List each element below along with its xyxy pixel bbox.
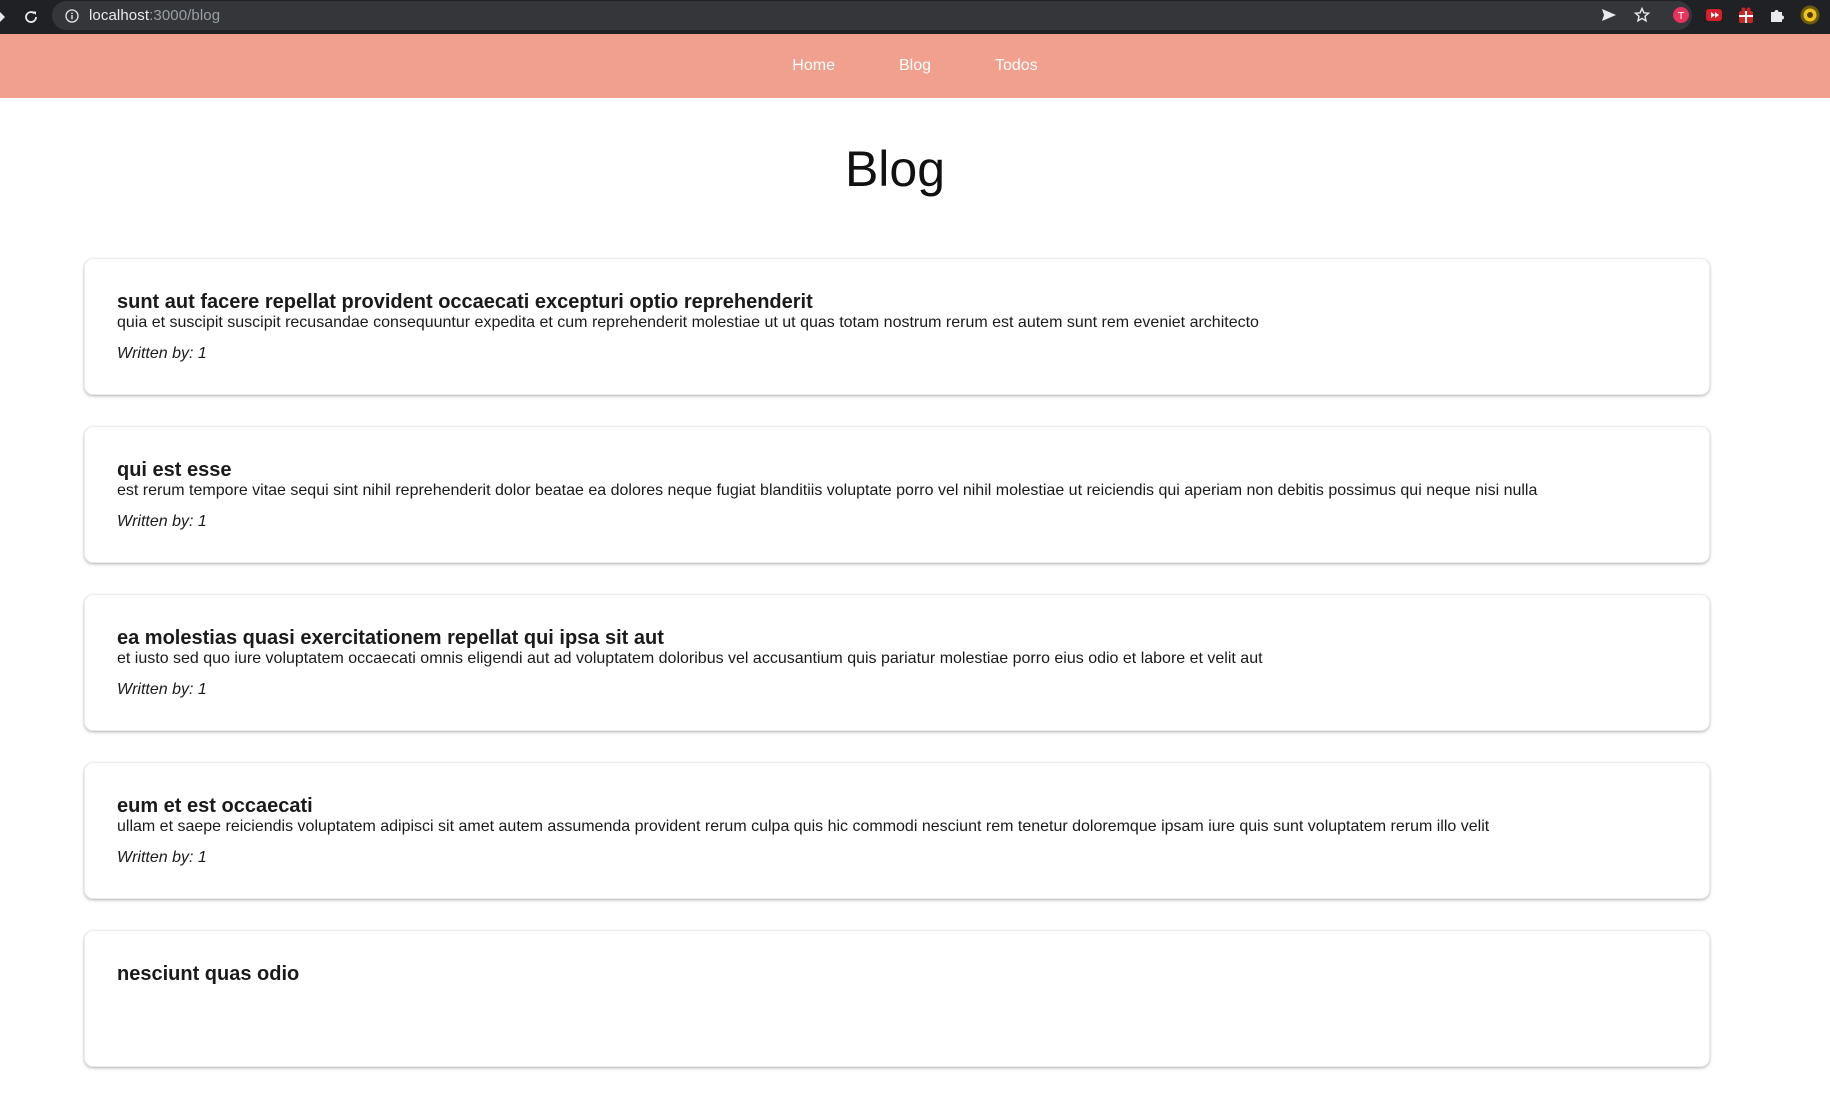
post-author: Written by: 1 (117, 513, 207, 530)
post-title: nesciunt quas odio (117, 963, 300, 985)
nav-link-home[interactable]: Home (792, 57, 835, 75)
url-path: :3000/blog (149, 7, 221, 24)
send-icon[interactable] (1598, 4, 1620, 26)
post-author: Written by: 1 (117, 345, 207, 362)
back-icon[interactable] (0, 0, 8, 34)
post-body: quia et suscipit suscipit recusandae con… (117, 314, 1259, 331)
extension-red-icon[interactable] (1703, 4, 1725, 26)
post-body: et iusto sed quo iure voluptatem occaeca… (117, 650, 1263, 667)
post-title: ea molestias quasi exercitationem repell… (117, 627, 664, 649)
nav-link-blog[interactable]: Blog (899, 57, 931, 75)
url-text[interactable]: localhost:3000/blog (89, 7, 220, 24)
nav-links: Home Blog Todos (792, 57, 1037, 75)
post-author: Written by: 1 (117, 681, 207, 698)
post-title: qui est esse (117, 459, 232, 481)
post-card: nesciunt quas odio (84, 930, 1710, 1067)
site-navbar: Home Blog Todos (0, 34, 1830, 98)
extensions-puzzle-icon[interactable] (1766, 4, 1788, 26)
info-icon[interactable] (64, 8, 80, 24)
profile-avatar-icon[interactable] (1799, 4, 1821, 26)
post-body: ullam et saepe reiciendis voluptatem adi… (117, 818, 1490, 835)
post-card: qui est esse est rerum tempore vitae seq… (84, 426, 1710, 563)
extension-gift-icon[interactable] (1735, 4, 1757, 26)
bookmark-star-icon[interactable] (1631, 4, 1653, 26)
browser-toolbar: localhost:3000/blog T (0, 0, 1830, 34)
post-author: Written by: 1 (117, 849, 207, 866)
post-list: sunt aut facere repellat provident occae… (84, 258, 1710, 1098)
page-title: Blog (844, 141, 946, 197)
address-bar[interactable]: localhost:3000/blog (52, 1, 1692, 30)
extension-pink-icon[interactable]: T (1670, 4, 1692, 26)
post-card: eum et est occaecati ullam et saepe reic… (84, 762, 1710, 899)
reload-icon[interactable] (16, 2, 46, 32)
nav-link-todos[interactable]: Todos (995, 57, 1038, 75)
post-card: sunt aut facere repellat provident occae… (84, 258, 1710, 395)
post-card: ea molestias quasi exercitationem repell… (84, 594, 1710, 731)
post-body: est rerum tempore vitae sequi sint nihil… (117, 482, 1538, 499)
url-host: localhost (89, 7, 150, 24)
post-title: eum et est occaecati (117, 795, 313, 817)
post-title: sunt aut facere repellat provident occae… (117, 291, 813, 313)
svg-text:T: T (1677, 11, 1685, 22)
